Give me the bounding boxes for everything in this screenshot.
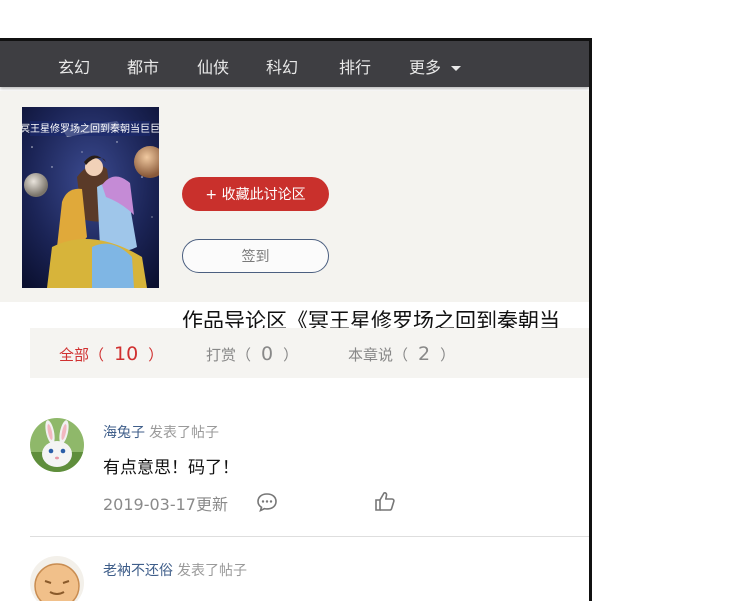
app-window: 玄幻 都市 仙侠 科幻 排行 更多 冥王星修罗场之回到秦朝当巨巨 + 收藏此讨论…	[0, 38, 592, 601]
tab-all-count: 10	[114, 343, 139, 365]
book-cover-image[interactable]: 冥王星修罗场之回到秦朝当巨巨	[22, 107, 159, 288]
tab-chapter-close: ）	[440, 346, 456, 364]
nav-item-paihang[interactable]: 排行	[339, 54, 371, 78]
nav-item-dushi[interactable]: 都市	[127, 54, 159, 78]
filter-tabs: 全部（ 10 ） 打赏（ 0 ） 本章说（ 2 ）	[30, 328, 589, 378]
chevron-down-icon	[451, 66, 462, 71]
post-item: 老衲不还俗 发表了帖子	[30, 556, 589, 601]
post-divider	[30, 536, 589, 537]
tab-reward[interactable]: 打赏（ 0 ）	[206, 343, 298, 365]
nav-item-kehuan[interactable]: 科幻	[266, 54, 298, 78]
checkin-button[interactable]: 签到	[182, 239, 329, 273]
thumbs-up-icon[interactable]	[374, 490, 396, 516]
tab-all-close: ）	[148, 346, 164, 364]
tab-reward-label: 打赏（	[206, 346, 252, 364]
post-author-line: 老衲不还俗 发表了帖子	[103, 560, 247, 580]
forum-header: 冥王星修罗场之回到秦朝当巨巨 + 收藏此讨论区 签到 作品导论区《冥王星修罗场之…	[0, 91, 589, 333]
nav-item-xianxia[interactable]: 仙侠	[197, 54, 229, 78]
tab-reward-close: ）	[283, 346, 299, 364]
tab-chapter-comments[interactable]: 本章说（ 2 ）	[348, 343, 455, 365]
post-date: 2019-03-17更新	[103, 495, 228, 514]
post-action-text: 发表了帖子	[177, 563, 247, 579]
post-author-name[interactable]: 海兔子	[103, 425, 145, 441]
post-item: 海兔子 发表了帖子 有点意思！码了！ 2019-03-17更新	[30, 418, 589, 528]
tab-reward-count: 0	[261, 343, 274, 365]
post-author-name[interactable]: 老衲不还俗	[103, 563, 173, 579]
comment-icon[interactable]	[256, 492, 278, 516]
top-nav-bar: 玄幻 都市 仙侠 科幻 排行 更多	[0, 41, 589, 87]
nav-item-more-label: 更多	[409, 58, 442, 77]
post-author-line: 海兔子 发表了帖子	[103, 422, 219, 442]
tab-all[interactable]: 全部（ 10 ）	[59, 343, 163, 365]
nav-item-xuanhuan[interactable]: 玄幻	[58, 54, 90, 78]
tab-all-label: 全部（	[59, 346, 105, 364]
tab-chapter-label: 本章说（	[348, 346, 409, 364]
post-content[interactable]: 有点意思！码了！	[103, 453, 239, 478]
face-avatar-icon[interactable]	[30, 556, 84, 601]
tab-chapter-count: 2	[418, 343, 431, 365]
nav-item-more[interactable]: 更多	[409, 54, 462, 78]
cover-title-text: 冥王星修罗场之回到秦朝当巨巨	[22, 122, 159, 135]
add-to-favorites-button[interactable]: + 收藏此讨论区	[182, 177, 329, 211]
rabbit-avatar-icon[interactable]	[30, 418, 84, 472]
post-action-text: 发表了帖子	[149, 425, 219, 441]
